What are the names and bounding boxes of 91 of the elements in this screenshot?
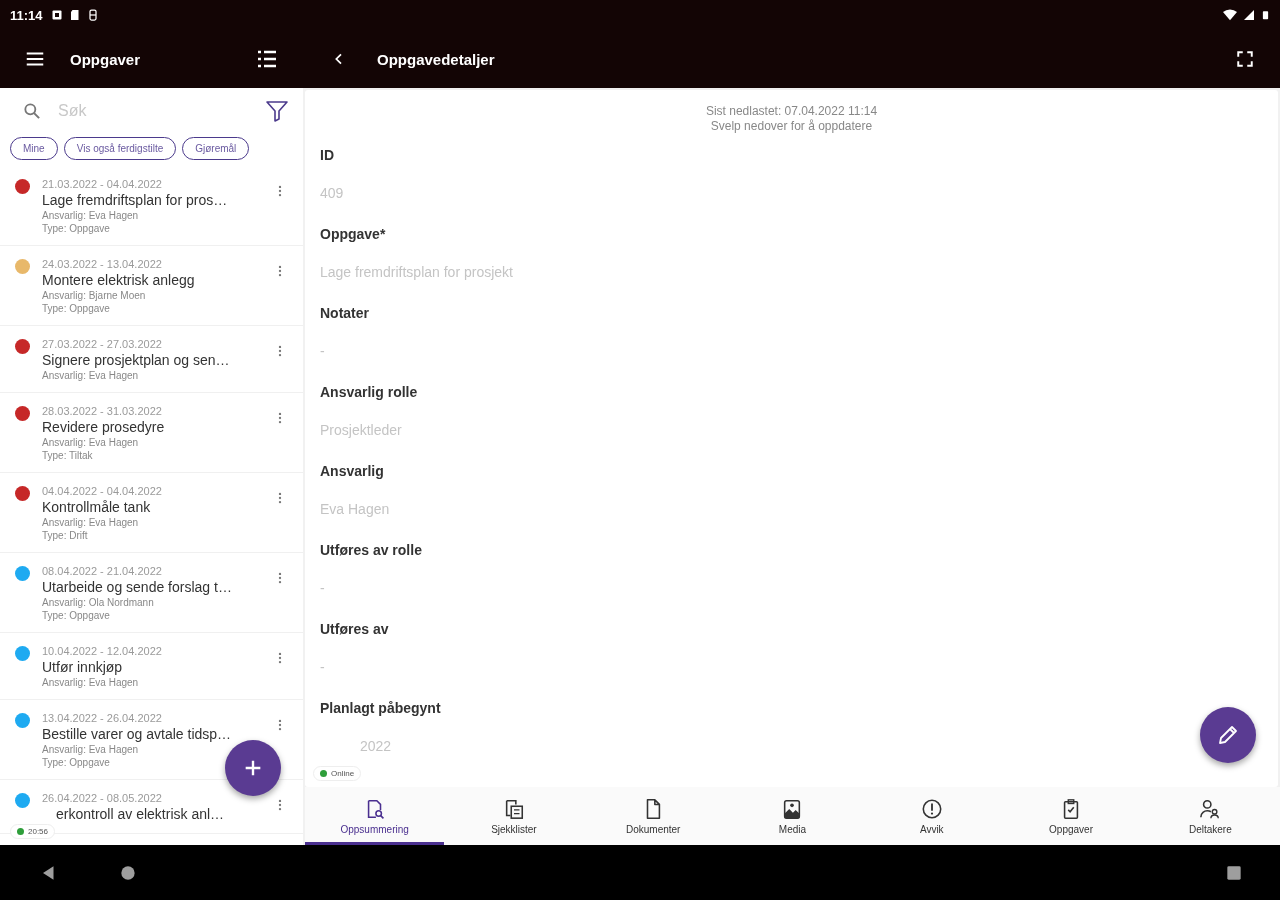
field-value: 409 xyxy=(320,185,344,201)
people-icon xyxy=(1199,798,1222,820)
bottom-tab[interactable]: Dokumenter xyxy=(583,787,723,845)
battery-icon xyxy=(1261,8,1270,22)
task-title: Bestille varer og avtale tidsp… xyxy=(42,726,233,742)
status-time: 11:14 xyxy=(10,7,43,23)
fullscreen-icon xyxy=(1236,50,1254,68)
screen-title: Oppgaver xyxy=(70,50,141,68)
task-list-item[interactable]: 24.03.2022 - 13.04.2022 Montere elektrisk anlegg Ansvarlig: Bjarne Moen Type: Oppgave xyxy=(0,246,303,326)
home-nav-button[interactable] xyxy=(120,864,136,881)
task-list-item[interactable]: 27.03.2022 - 27.03.2022 Signere prosjektplan og sen… Ansvarlig: Eva Hagen xyxy=(0,326,303,393)
recents-nav-button[interactable] xyxy=(1226,864,1242,881)
task-title: Lage fremdriftsplan for pros… xyxy=(42,192,229,208)
sync-note: Sist nedlastet: 07.04.2022 11:14 xyxy=(705,104,878,118)
task-title: erkontroll av elektrisk anl… xyxy=(55,806,226,822)
task-meta: Type: Oppgave xyxy=(42,610,111,621)
field-label: Ansvarlig xyxy=(320,463,384,479)
task-dates: 21.03.2022 - 04.04.2022 xyxy=(42,178,163,190)
task-list-item[interactable]: 08.04.2022 - 21.04.2022 Utarbeide og sende forslag t… Ansvarlig: Ola Nordmann Type: Oppgave xyxy=(0,553,303,633)
filter-icon xyxy=(265,98,289,123)
connection-label: 20:56 xyxy=(28,827,49,836)
bottom-tab[interactable]: Oppgaver xyxy=(1001,787,1141,845)
task-title: Kontrollmåle tank xyxy=(42,499,152,515)
field-label: Utføres av xyxy=(320,621,389,637)
field-value: - xyxy=(320,580,325,596)
task-meta: Type: Drift xyxy=(42,530,89,541)
usb-icon xyxy=(86,9,99,21)
task-meta: Ansvarlig: Eva Hagen xyxy=(42,210,140,221)
task-title: Signere prosjektplan og sen… xyxy=(42,352,231,368)
task-dates: 26.04.2022 - 08.05.2022 xyxy=(42,792,163,804)
filter-chip[interactable]: Vis også ferdigstilte xyxy=(63,137,177,160)
task-meta: Type: Tiltak xyxy=(42,450,94,461)
task-meta: Ansvarlig: Ola Nordmann xyxy=(42,597,155,608)
bottom-tab[interactable]: Avvik xyxy=(862,787,1002,845)
field-label: Oppgave* xyxy=(320,226,386,242)
alert-icon xyxy=(920,798,943,820)
notification-icon xyxy=(50,9,63,21)
field-value: Eva Hagen xyxy=(320,501,390,517)
field-label: ID xyxy=(320,147,334,163)
task-meta: Ansvarlig: Eva Hagen xyxy=(42,677,140,688)
wifi-icon xyxy=(1223,8,1237,22)
field-label: Planlagt påbegynt xyxy=(320,700,441,716)
task-dates: 28.03.2022 - 31.03.2022 xyxy=(42,405,163,417)
task-meta: Ansvarlig: Eva Hagen xyxy=(42,437,140,448)
filter-chip[interactable]: Gjøremål xyxy=(182,137,250,160)
field-label: Ansvarlig rolle xyxy=(320,384,418,400)
field-value: - xyxy=(320,659,325,675)
task-dates: 04.04.2022 - 04.04.2022 xyxy=(42,485,163,497)
task-meta: Ansvarlig: Eva Hagen xyxy=(42,370,140,381)
field-label: Notater xyxy=(320,305,369,321)
field-label: Utføres av rolle xyxy=(320,542,422,558)
task-title: Utarbeide og sende forslag t… xyxy=(42,579,233,595)
task-meta: Type: Oppgave xyxy=(42,223,111,234)
sync-note: Svelp nedover for å oppdatere xyxy=(710,119,873,133)
sd-card-icon xyxy=(68,9,81,21)
task-list-item[interactable]: 21.03.2022 - 04.04.2022 Lage fremdriftsplan for pros… Ansvarlig: Eva Hagen Type: Oppgave xyxy=(0,166,303,246)
task-dates: 13.04.2022 - 26.04.2022 xyxy=(42,712,163,724)
edit-button[interactable] xyxy=(1200,707,1256,763)
task-title: Revidere prosedyre xyxy=(42,419,166,435)
field-value: 2022 xyxy=(359,738,392,754)
task-list-item[interactable]: 04.04.2022 - 04.04.2022 Kontrollmåle tank Ansvarlig: Eva Hagen Type: Drift xyxy=(0,473,303,553)
filter-chip[interactable]: Mine xyxy=(10,137,58,160)
filter-button[interactable] xyxy=(265,98,289,123)
task-meta: Ansvarlig: Eva Hagen xyxy=(42,517,140,528)
field-value: Prosjektleder xyxy=(320,422,402,438)
task-meta: Ansvarlig: Eva Hagen xyxy=(42,744,140,755)
add-button[interactable] xyxy=(225,740,281,796)
task-dates: 27.03.2022 - 27.03.2022 xyxy=(42,338,163,350)
search-icon xyxy=(22,100,42,121)
bottom-tab[interactable]: Deltakere xyxy=(1140,787,1280,845)
circle-icon xyxy=(120,864,136,881)
task-title: Montere elektrisk anlegg xyxy=(42,272,196,288)
screen-title: Oppgavedetaljer xyxy=(377,50,495,68)
connection-label: Online xyxy=(331,769,355,778)
square-icon xyxy=(1226,864,1242,881)
task-meta: Type: Oppgave xyxy=(42,757,111,768)
task-meta: Type: Oppgave xyxy=(42,303,111,314)
task-list-item[interactable]: 10.04.2022 - 12.04.2022 Utfør innkjøp Ansvarlig: Eva Hagen xyxy=(0,633,303,700)
fullscreen-button[interactable] xyxy=(1236,50,1254,68)
task-dates: 08.04.2022 - 21.04.2022 xyxy=(42,565,163,577)
field-value: Lage fremdriftsplan for prosjekt xyxy=(320,264,513,280)
field-value: - xyxy=(320,343,325,359)
bottom-tab[interactable]: Sjekklister xyxy=(444,787,584,845)
task-list-item[interactable]: 28.03.2022 - 31.03.2022 Revidere prosedyre Ansvarlig: Eva Hagen Type: Tiltak xyxy=(0,393,303,473)
pencil-icon xyxy=(1216,723,1240,747)
task-dates: 10.04.2022 - 12.04.2022 xyxy=(42,645,163,657)
task-meta: Ansvarlig: Bjarne Moen xyxy=(42,290,147,301)
task-dates: 24.03.2022 - 13.04.2022 xyxy=(42,258,163,270)
bottom-tab[interactable]: Media xyxy=(722,787,863,845)
task-title: Utfør innkjøp xyxy=(42,659,124,675)
signal-icon xyxy=(1243,9,1255,21)
